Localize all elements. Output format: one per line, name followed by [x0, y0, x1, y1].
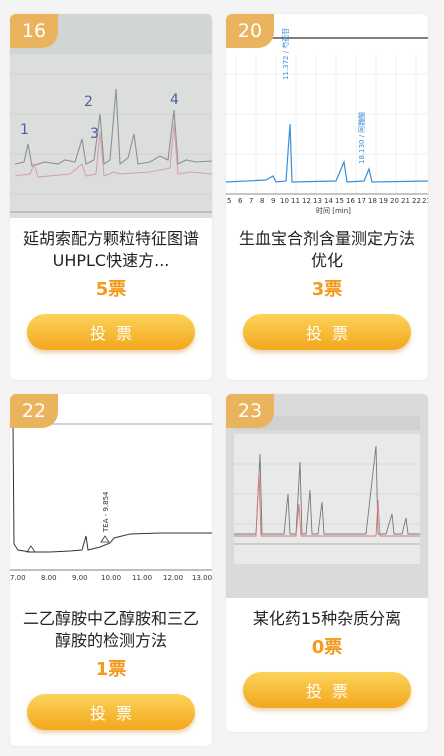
axis-tick: 12.00: [163, 574, 183, 582]
axis-tick: 20: [390, 197, 399, 205]
axis-tick: 8: [260, 197, 264, 205]
axis-tick: 12: [302, 197, 311, 205]
axis-tick: 23: [422, 197, 428, 205]
vote-count: 3票: [311, 279, 343, 300]
vote-count: 1票: [95, 659, 127, 680]
axis-tick: 13.00: [192, 574, 212, 582]
peak-label: 1: [20, 122, 29, 138]
axis-title: 时间 [min]: [316, 206, 351, 215]
axis-tick: 5: [227, 197, 231, 205]
project-title: 二乙醇胺中乙醇胺和三乙醇胺的检测方法: [22, 609, 199, 650]
peak-label: 2: [84, 94, 93, 110]
project-title: 延胡索配方颗粒特征图谱UHPLC快速方...: [22, 229, 199, 270]
axis-tick: 10: [280, 197, 289, 205]
project-number-badge: 23: [226, 394, 274, 428]
project-card[interactable]: 11.372 / 芍药苷 18.130 / 阿魏酸 5 6 7 8 9 10 1…: [226, 14, 428, 380]
axis-tick: 10.00: [101, 574, 121, 582]
project-number-badge: 16: [10, 14, 58, 48]
axis-tick: 6: [238, 197, 243, 205]
vote-count: 0票: [311, 637, 343, 658]
axis-tick: 11.00: [132, 574, 152, 582]
vote-button[interactable]: 投票: [243, 314, 411, 350]
axis-tick: 17: [357, 197, 366, 205]
axis-tick: 18: [368, 197, 377, 205]
project-card[interactable]: 1 2 3 4 16 延胡索配方颗粒特征图谱UHPLC快速方... 5票 投票: [10, 14, 212, 380]
project-card[interactable]: TEA - 9.854 7.00 8.00 9.00 10.00 11.00 1…: [10, 394, 212, 746]
axis-tick: 9.00: [72, 574, 88, 582]
axis-tick: 16: [346, 197, 355, 205]
axis-tick: 14: [324, 197, 333, 205]
chromatogram-photo[interactable]: 1 2 3 4 16: [10, 14, 212, 218]
project-number-badge: 20: [226, 14, 274, 48]
axis-tick: 13: [313, 197, 322, 205]
peak-label: 11.372 / 芍药苷: [281, 28, 290, 80]
vote-count: 5票: [95, 279, 127, 300]
vote-button[interactable]: 投票: [243, 672, 411, 708]
axis-tick: 19: [379, 197, 388, 205]
peak-label: 3: [90, 126, 99, 142]
peak-label: 4: [170, 92, 179, 108]
project-card[interactable]: 23 某化药15种杂质分离 0票 投票: [226, 394, 428, 732]
axis-tick: 7.00: [10, 574, 26, 582]
project-number-badge: 22: [10, 394, 58, 428]
chromatogram-photo[interactable]: 11.372 / 芍药苷 18.130 / 阿魏酸 5 6 7 8 9 10 1…: [226, 14, 428, 218]
peak-label: 18.130 / 阿魏酸: [357, 112, 366, 164]
chromatogram-photo[interactable]: TEA - 9.854 7.00 8.00 9.00 10.00 11.00 1…: [10, 394, 212, 598]
project-title: 生血宝合剂含量测定方法优化: [238, 229, 415, 270]
axis-tick: 21: [401, 197, 410, 205]
axis-tick: 15: [335, 197, 344, 205]
axis-tick: 11: [291, 197, 300, 205]
chromatogram-photo[interactable]: 23: [226, 394, 428, 598]
axis-tick: 8.00: [41, 574, 57, 582]
vote-button[interactable]: 投票: [27, 314, 195, 350]
axis-tick: 22: [412, 197, 421, 205]
project-title: 某化药15种杂质分离: [252, 609, 402, 628]
axis-tick: 7: [249, 197, 253, 205]
vote-button[interactable]: 投票: [27, 694, 195, 730]
peak-label: TEA - 9.854: [102, 491, 110, 533]
axis-tick: 9: [271, 197, 275, 205]
